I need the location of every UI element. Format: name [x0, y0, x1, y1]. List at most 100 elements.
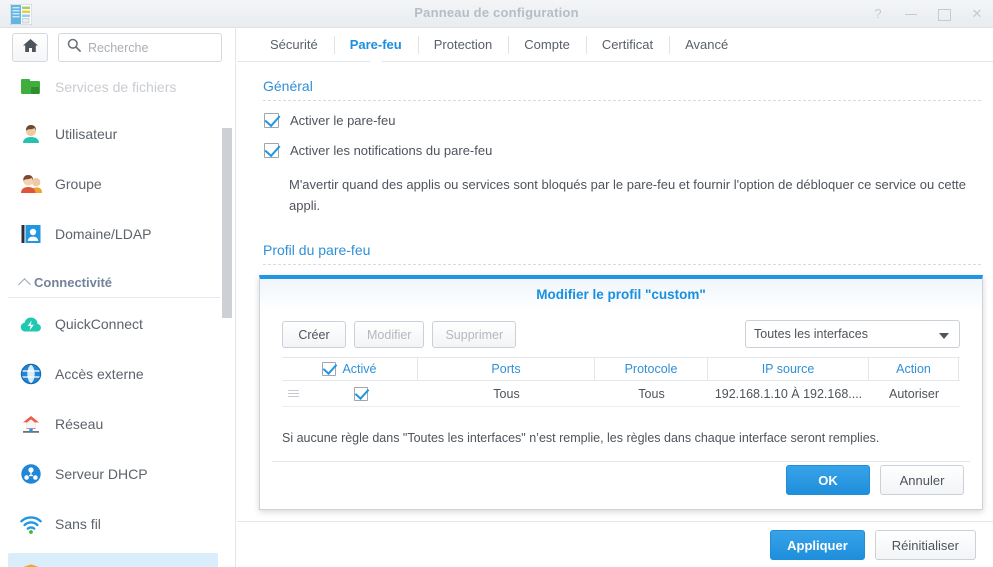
- column-header-action[interactable]: Action: [869, 358, 959, 380]
- file-services-icon: [18, 74, 44, 100]
- enable-notifications-label: Activer les notifications du pare-feu: [290, 143, 493, 158]
- enable-firewall-checkbox[interactable]: [264, 113, 279, 128]
- row-enabled-checkbox[interactable]: [354, 386, 368, 401]
- sidebar-item-label: Domaine/LDAP: [55, 226, 152, 242]
- tab-label: Certificat: [601, 37, 654, 52]
- general-section-divider: [263, 100, 981, 101]
- sidebar-group-connectivite[interactable]: Connectivité: [8, 268, 220, 298]
- profile-section-title: Profil du pare-feu: [263, 242, 371, 258]
- sidebar-item-acces-externe[interactable]: Accès externe: [8, 353, 218, 395]
- table-header-row: Activé Ports Protocole IP source Action: [282, 357, 960, 381]
- group-icon: [18, 171, 44, 197]
- interface-select[interactable]: Toutes les interfaces: [745, 320, 960, 348]
- sidebar: Services de fichiers Utilisateur Groupe …: [0, 28, 236, 567]
- column-header-protocole[interactable]: Protocole: [595, 358, 708, 380]
- dhcp-server-icon: [18, 461, 44, 487]
- tab-label: Pare-feu: [349, 37, 402, 52]
- apply-button[interactable]: Appliquer: [770, 530, 865, 560]
- sidebar-item-quickconnect[interactable]: QuickConnect: [8, 303, 218, 345]
- page-footer: Appliquer Réinitialiser: [237, 521, 993, 567]
- column-header-label: Activé: [342, 362, 377, 376]
- create-button[interactable]: Créer: [282, 321, 346, 348]
- column-header-ports[interactable]: Ports: [418, 358, 595, 380]
- sidebar-item-serveur-dhcp[interactable]: Serveur DHCP: [8, 453, 218, 495]
- search-placeholder: Recherche: [88, 40, 149, 55]
- tab-label: Avancé: [685, 37, 729, 52]
- search-input[interactable]: Recherche: [58, 33, 222, 62]
- page-footer-buttons: Appliquer Réinitialiser: [770, 530, 976, 560]
- table-row[interactable]: Tous Tous 192.168.1.10 À 192.168.... Aut…: [282, 381, 960, 407]
- tab-securite[interactable]: Sécurité: [254, 28, 334, 61]
- chevron-up-icon: [18, 278, 31, 291]
- dialog-footer: OK Annuler: [786, 465, 964, 495]
- sidebar-item-utilisateur[interactable]: Utilisateur: [8, 113, 218, 155]
- sidebar-item-label: Sans fil: [55, 516, 101, 532]
- sidebar-item-domaine-ldap[interactable]: Domaine/LDAP: [8, 213, 218, 255]
- active-tab-indicator: [369, 56, 382, 62]
- enable-firewall-row[interactable]: Activer le pare-feu: [264, 113, 396, 128]
- tab-pare-feu[interactable]: Pare-feu: [333, 28, 418, 62]
- enable-notifications-row[interactable]: Activer les notifications du pare-feu: [264, 143, 492, 158]
- tab-avance[interactable]: Avancé: [669, 28, 744, 61]
- column-header-active[interactable]: Activé: [282, 358, 418, 380]
- dialog-ok-button[interactable]: OK: [786, 465, 870, 495]
- sidebar-scrollbar-thumb[interactable]: [222, 128, 232, 318]
- search-icon: [67, 38, 81, 57]
- column-header-label: Protocole: [624, 362, 678, 376]
- tab-certificat[interactable]: Certificat: [585, 28, 669, 61]
- tab-bar: Sécurité Pare-feu Protection Compte Cert…: [237, 28, 993, 62]
- security-shield-icon: [18, 561, 44, 567]
- minimize-button[interactable]: [903, 6, 919, 22]
- sidebar-item-label: Groupe: [55, 176, 102, 192]
- row-enabled-cell: [304, 381, 418, 407]
- sidebar-item-reseau[interactable]: Réseau: [8, 403, 218, 445]
- home-button[interactable]: [12, 33, 48, 62]
- modify-button[interactable]: Modifier: [354, 321, 425, 348]
- dialog-footer-divider: [272, 461, 970, 462]
- sidebar-item-label: Services de fichiers: [55, 79, 177, 95]
- column-header-ip-source[interactable]: IP source: [708, 358, 869, 380]
- tab-compte[interactable]: Compte: [508, 28, 586, 61]
- tab-label: Protection: [433, 37, 493, 52]
- dialog-help-text: Si aucune règle dans "Toutes les interfa…: [282, 431, 880, 445]
- enable-notifications-checkbox[interactable]: [264, 143, 279, 158]
- dialog-cancel-button[interactable]: Annuler: [880, 465, 964, 495]
- tab-label: Compte: [524, 37, 570, 52]
- column-header-label: IP source: [761, 362, 815, 376]
- row-drag-handle[interactable]: [282, 390, 304, 397]
- external-access-icon: [18, 361, 44, 387]
- tab-protection[interactable]: Protection: [417, 28, 509, 61]
- column-header-label: Ports: [491, 362, 521, 376]
- select-all-checkbox[interactable]: [322, 362, 337, 376]
- sidebar-item-groupe[interactable]: Groupe: [8, 163, 218, 205]
- profile-section-divider: [263, 264, 981, 265]
- user-icon: [18, 121, 44, 147]
- sidebar-top-bar: Recherche: [0, 28, 235, 73]
- chevron-down-icon: [939, 333, 949, 339]
- enable-firewall-label: Activer le pare-feu: [290, 113, 396, 128]
- row-action-cell: Autoriser: [888, 386, 940, 401]
- home-icon: [22, 38, 39, 58]
- sidebar-group-label: Connectivité: [34, 275, 113, 290]
- row-ports-cell: Tous: [493, 386, 520, 401]
- help-button[interactable]: ?: [870, 6, 886, 22]
- sidebar-item-label: Réseau: [55, 416, 104, 432]
- row-source-ip-cell: 192.168.1.10 À 192.168....: [714, 386, 863, 401]
- sidebar-item-label: QuickConnect: [55, 316, 143, 332]
- column-header-label: Action: [896, 362, 931, 376]
- control-panel-window: Panneau de configuration ? ✕ Services de…: [0, 0, 993, 567]
- close-button[interactable]: ✕: [969, 6, 985, 22]
- sidebar-item-securite[interactable]: Sécurité: [8, 553, 218, 567]
- sidebar-item-sans-fil[interactable]: Sans fil: [8, 503, 218, 545]
- edit-profile-dialog: Modifier le profil "custom" Créer Modifi…: [259, 275, 983, 510]
- general-section-title: Général: [263, 78, 313, 94]
- sidebar-item-label: Serveur DHCP: [55, 466, 148, 482]
- delete-button[interactable]: Supprimer: [432, 321, 517, 348]
- maximize-button[interactable]: [936, 6, 952, 22]
- window-controls: ? ✕: [870, 0, 985, 28]
- dialog-title: Modifier le profil "custom": [260, 279, 982, 313]
- reset-button[interactable]: Réinitialiser: [874, 530, 976, 560]
- domain-ldap-icon: [18, 221, 44, 247]
- firewall-rules-table: Activé Ports Protocole IP source Action …: [282, 357, 960, 407]
- interface-select-value: Toutes les interfaces: [754, 327, 868, 341]
